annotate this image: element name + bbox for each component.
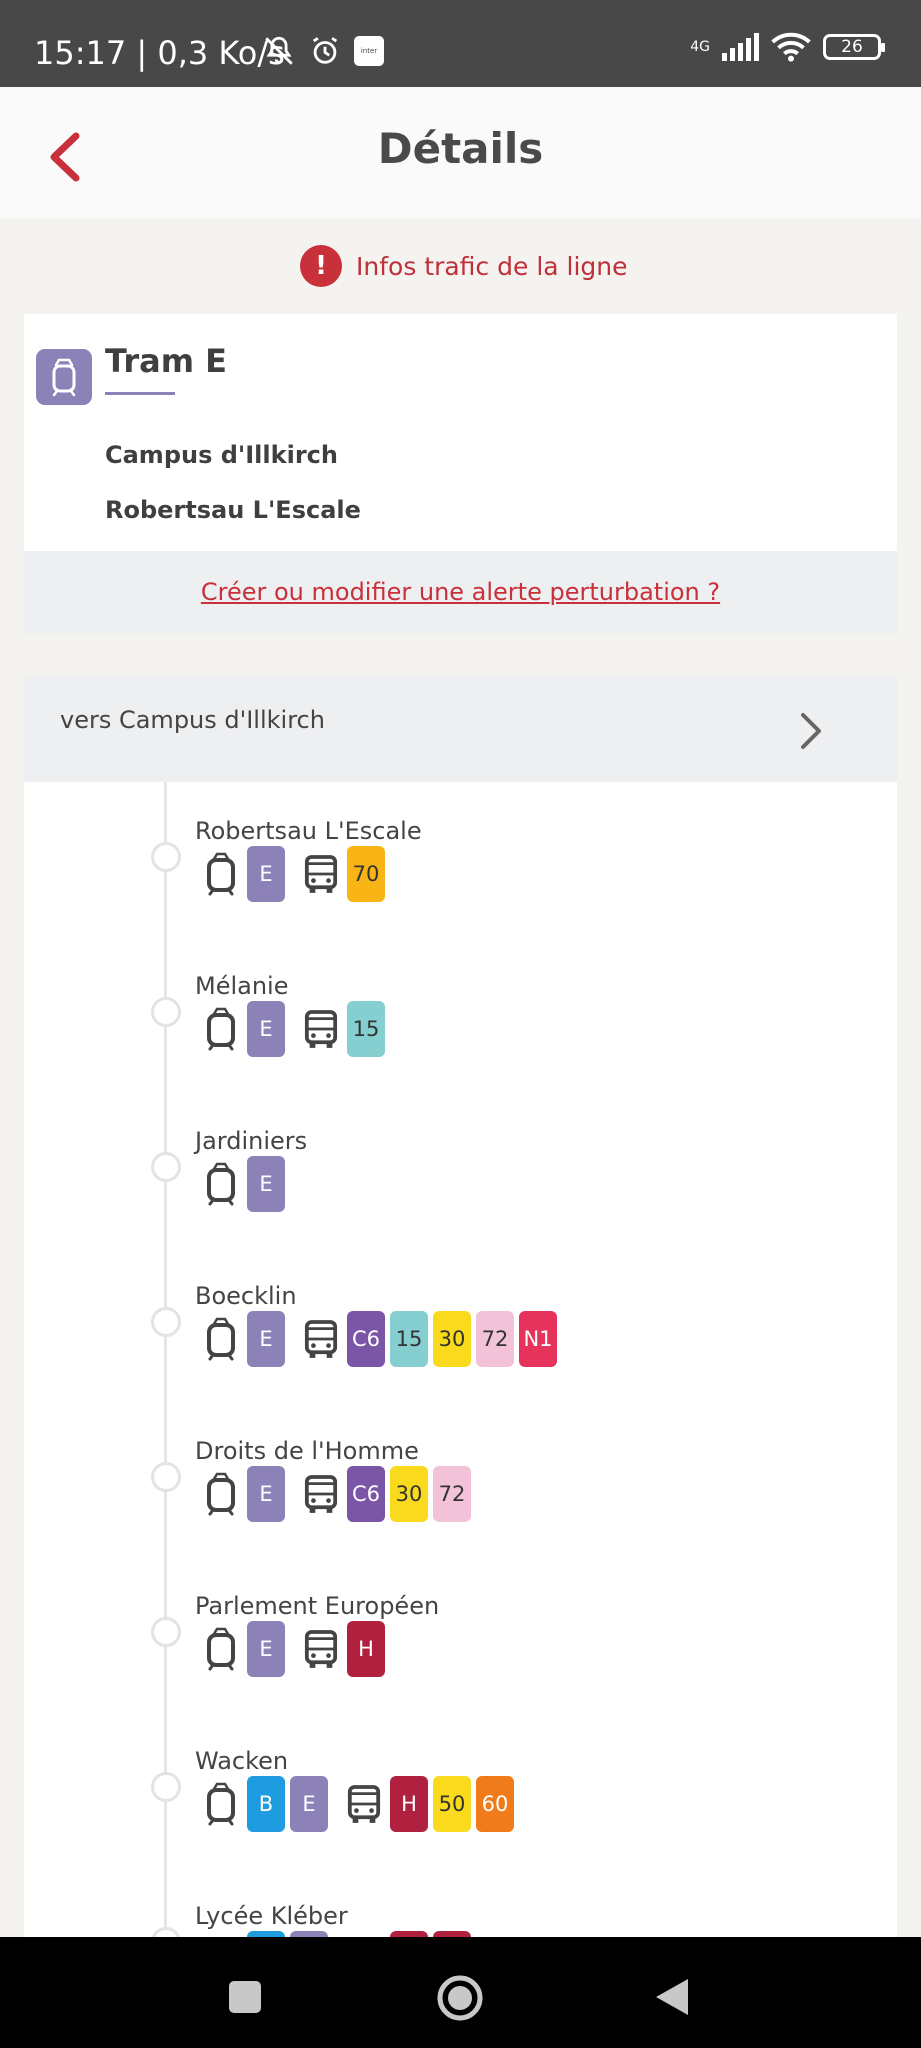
tram-icon bbox=[204, 1007, 238, 1051]
home-icon[interactable] bbox=[436, 1974, 484, 2022]
stop-dot bbox=[151, 1462, 181, 1492]
stop-dot bbox=[151, 1927, 181, 1937]
recent-apps-icon[interactable] bbox=[227, 1979, 263, 2015]
direction-label: vers Campus d'Illkirch bbox=[60, 706, 325, 734]
stop-dot bbox=[151, 1772, 181, 1802]
line-badge[interactable]: 15 bbox=[347, 1001, 385, 1057]
stop-name: Wacken bbox=[195, 1747, 289, 1775]
line-destination: Robertsau L'Escale bbox=[105, 496, 361, 524]
line-badge[interactable]: E bbox=[247, 1466, 285, 1522]
stop-lines: E 15 bbox=[204, 1001, 390, 1057]
stop-name: Mélanie bbox=[195, 972, 289, 1000]
network-type: 4G bbox=[690, 39, 710, 55]
stop-lines: B E H 50 60 bbox=[204, 1776, 519, 1832]
tram-line-icon bbox=[36, 349, 92, 405]
app-notification-icon: inter bbox=[354, 36, 384, 66]
line-badge[interactable]: E bbox=[290, 1776, 328, 1832]
tram-icon bbox=[204, 1317, 238, 1361]
alert-icon: ! bbox=[300, 245, 342, 287]
stop-lines: EH bbox=[204, 1621, 390, 1677]
line-badge[interactable]: 70 bbox=[347, 846, 385, 902]
line-badge[interactable]: 72 bbox=[476, 1311, 514, 1367]
stop-name: Droits de l'Homme bbox=[195, 1437, 419, 1465]
tram-icon bbox=[204, 852, 238, 896]
stop-item[interactable]: Wacken B E H 50 60 bbox=[24, 1712, 897, 1867]
traffic-info-label: Infos trafic de la ligne bbox=[356, 251, 628, 281]
stop-item[interactable]: Droits de l'Homme E C6 30 72 bbox=[24, 1402, 897, 1557]
line-destination: Campus d'Illkirch bbox=[105, 441, 338, 469]
stop-name: Robertsau L'Escale bbox=[195, 817, 422, 845]
line-badge[interactable]: 50 bbox=[433, 1776, 471, 1832]
stop-item[interactable]: Mélanie E 15 bbox=[24, 937, 897, 1092]
stop-lines: E C6 15 30 72 N1 bbox=[204, 1311, 562, 1367]
stop-item[interactable]: Lycée KléberBEHH bbox=[24, 1867, 897, 1937]
line-badge[interactable]: 60 bbox=[476, 1776, 514, 1832]
notifications-off-icon bbox=[265, 36, 293, 65]
line-badge[interactable]: C6 bbox=[347, 1311, 385, 1367]
stop-item[interactable]: Parlement Européen E H bbox=[24, 1557, 897, 1712]
tram-icon bbox=[204, 1627, 238, 1671]
stop-name: Lycée Kléber bbox=[195, 1902, 348, 1930]
bus-icon bbox=[304, 1627, 338, 1671]
stop-lines: E C6 30 72 bbox=[204, 1466, 476, 1522]
stop-item[interactable]: Boecklin E C6 15 30 72 N1 bbox=[24, 1247, 897, 1402]
line-badge[interactable]: E bbox=[247, 1311, 285, 1367]
tram-icon bbox=[204, 1782, 238, 1826]
line-badge[interactable]: 30 bbox=[433, 1311, 471, 1367]
stop-dot bbox=[151, 1617, 181, 1647]
battery-icon: 26 bbox=[823, 34, 885, 60]
stop-dot bbox=[151, 1307, 181, 1337]
stop-lines: E bbox=[204, 1156, 290, 1212]
line-underline bbox=[105, 392, 175, 395]
stop-lines: E 70 bbox=[204, 846, 390, 902]
chevron-right-icon bbox=[801, 713, 821, 749]
status-time: 15:17 | 0,3 Ko/s bbox=[34, 34, 285, 72]
line-badge[interactable]: C6 bbox=[347, 1466, 385, 1522]
traffic-info-link[interactable]: ! Infos trafic de la ligne bbox=[300, 245, 628, 287]
stop-name: Jardiniers bbox=[195, 1127, 308, 1155]
line-badge[interactable]: H bbox=[390, 1776, 428, 1832]
alert-band: Créer ou modifier une alerte perturbatio… bbox=[24, 551, 897, 633]
bus-icon bbox=[304, 1472, 338, 1516]
stop-name: Parlement Européen bbox=[195, 1592, 440, 1620]
tram-icon bbox=[204, 1472, 238, 1516]
bus-icon bbox=[304, 852, 338, 896]
stop-dot bbox=[151, 1152, 181, 1182]
stop-name: Boecklin bbox=[195, 1282, 297, 1310]
status-bar: 15:17 | 0,3 Ko/s inter 4G 26 bbox=[0, 0, 921, 87]
line-badge[interactable]: H bbox=[347, 1621, 385, 1677]
line-badge[interactable]: 15 bbox=[390, 1311, 428, 1367]
line-card: Tram E Campus d'Illkirch Robertsau L'Esc… bbox=[24, 314, 897, 551]
signal-icon bbox=[722, 33, 759, 61]
stop-item[interactable]: Robertsau L'Escale E 70 bbox=[24, 782, 897, 937]
stop-dot bbox=[151, 997, 181, 1027]
page-title: Détails bbox=[377, 124, 544, 173]
battery-level: 26 bbox=[841, 37, 863, 57]
line-badge[interactable]: E bbox=[247, 1621, 285, 1677]
line-badge[interactable]: E bbox=[247, 846, 285, 902]
line-badge[interactable]: N1 bbox=[519, 1311, 557, 1367]
tram-icon bbox=[204, 1162, 238, 1206]
line-badge[interactable]: E bbox=[247, 1001, 285, 1057]
line-badge[interactable]: E bbox=[247, 1156, 285, 1212]
line-badge[interactable]: B bbox=[247, 1776, 285, 1832]
direction-selector[interactable]: vers Campus d'Illkirch bbox=[24, 676, 897, 782]
create-alert-link[interactable]: Créer ou modifier une alerte perturbatio… bbox=[201, 578, 720, 606]
bus-icon bbox=[347, 1782, 381, 1826]
stop-list: Robertsau L'Escale E 70 Mélanie E 15 Jardinier… bbox=[24, 782, 897, 1937]
stop-item[interactable]: Jardiniers E bbox=[24, 1092, 897, 1247]
line-badge[interactable]: 72 bbox=[433, 1466, 471, 1522]
line-badge[interactable]: 30 bbox=[390, 1466, 428, 1522]
line-title: Tram E bbox=[105, 342, 228, 380]
back-icon[interactable] bbox=[654, 1977, 690, 2017]
system-navigation-bar bbox=[0, 1937, 921, 2048]
bus-icon bbox=[304, 1007, 338, 1051]
alarm-icon bbox=[312, 37, 338, 64]
stop-dot bbox=[151, 842, 181, 872]
wifi-icon bbox=[771, 32, 811, 62]
bus-icon bbox=[304, 1317, 338, 1361]
